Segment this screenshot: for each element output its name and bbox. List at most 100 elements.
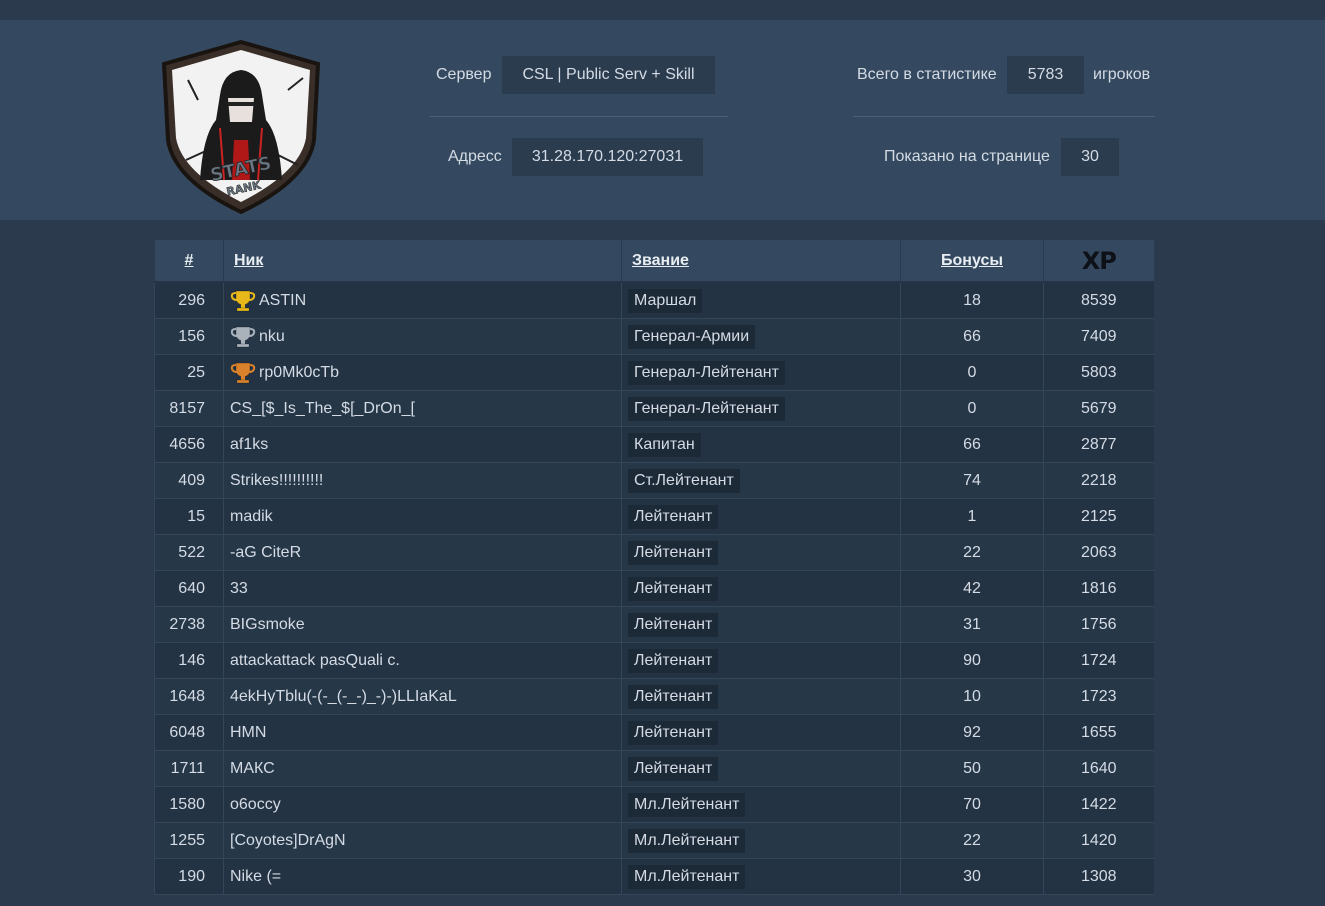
table-row: 156 nku Генерал-Армии 66 7409 [154, 318, 1154, 355]
player-nick-cell[interactable]: 33 [223, 570, 622, 607]
sort-link-number[interactable]: # [185, 252, 194, 269]
player-rank-cell: Лейтенант [621, 750, 901, 787]
player-rank-cell: Маршал [621, 282, 901, 319]
player-nick-cell[interactable]: -aG CiteR [223, 534, 622, 571]
player-nick[interactable]: af1ks [230, 436, 268, 453]
player-nick[interactable]: attackattack pasQuali c. [230, 652, 400, 669]
player-nick[interactable]: BIGsmoke [230, 616, 305, 633]
per-page-value: 30 [1061, 138, 1119, 176]
player-xp: 1422 [1043, 786, 1154, 823]
total-label: Всего в статистике [857, 66, 997, 83]
player-nick-cell[interactable]: 4ekHyTblu(-(-_(-_-)_-)-)LLIaKaL [223, 678, 622, 715]
player-bonus: 22 [900, 534, 1044, 571]
trophy-icon [230, 326, 256, 347]
player-position: 6048 [154, 714, 224, 751]
player-rank-cell: Лейтенант [621, 678, 901, 715]
player-position: 15 [154, 498, 224, 535]
player-nick[interactable]: rp0Mk0cTb [259, 364, 339, 381]
total-suffix: игроков [1093, 66, 1151, 83]
player-xp: 1640 [1043, 750, 1154, 787]
player-rank-cell: Лейтенант [621, 642, 901, 679]
player-nick-cell[interactable]: [Coyotes]DrAgN [223, 822, 622, 859]
player-bonus: 90 [900, 642, 1044, 679]
player-nick[interactable]: Nike (= [230, 868, 281, 885]
rank-badge: Генерал-Лейтенант [628, 360, 785, 385]
player-nick[interactable]: -aG CiteR [230, 544, 301, 561]
player-xp: 1655 [1043, 714, 1154, 751]
player-xp: 1724 [1043, 642, 1154, 679]
player-nick-cell[interactable]: rp0Mk0cTb [223, 354, 622, 391]
player-bonus: 50 [900, 750, 1044, 787]
player-bonus: 31 [900, 606, 1044, 643]
rank-badge: Мл.Лейтенант [628, 792, 746, 817]
player-position: 4656 [154, 426, 224, 463]
rank-badge: Маршал [628, 288, 703, 313]
rank-badge: Лейтенант [628, 756, 719, 781]
player-nick[interactable]: CS_[$_Is_The_$[_DrOn_[ [230, 400, 415, 417]
player-position: 1580 [154, 786, 224, 823]
table-row: 296 ASTIN Маршал 18 8539 [154, 282, 1154, 319]
player-nick[interactable]: nku [259, 328, 285, 345]
col-header-nick[interactable]: Ник [223, 240, 622, 283]
col-header-number[interactable]: # [154, 240, 224, 283]
player-position: 296 [154, 282, 224, 319]
player-xp: 7409 [1043, 318, 1154, 355]
sort-link-rank[interactable]: Звание [632, 252, 689, 269]
player-nick[interactable]: HMN [230, 724, 266, 741]
player-bonus: 0 [900, 390, 1044, 427]
player-xp: 5679 [1043, 390, 1154, 427]
player-nick-cell[interactable]: CS_[$_Is_The_$[_DrOn_[ [223, 390, 622, 427]
rank-badge: Лейтенант [628, 684, 719, 709]
player-nick[interactable]: Strikes!!!!!!!!!! [230, 472, 323, 489]
player-nick-cell[interactable]: madik [223, 498, 622, 535]
player-nick-cell[interactable]: HMN [223, 714, 622, 751]
player-xp: 2877 [1043, 426, 1154, 463]
rank-badge: Лейтенант [628, 612, 719, 637]
player-nick-cell[interactable]: МАКС [223, 750, 622, 787]
sort-link-bonus[interactable]: Бонусы [941, 252, 1003, 269]
header-panel: STATS RANK Сервер CSL | Public Serv + Sk… [0, 20, 1325, 220]
rank-badge: Мл.Лейтенант [628, 864, 746, 889]
rank-badge: Генерал-Армии [628, 324, 756, 349]
col-header-bonus[interactable]: Бонусы [900, 240, 1044, 283]
player-position: 25 [154, 354, 224, 391]
player-nick-cell[interactable]: af1ks [223, 426, 622, 463]
col-header-rank[interactable]: Звание [621, 240, 901, 283]
player-nick-cell[interactable]: o6occy [223, 786, 622, 823]
player-bonus: 22 [900, 822, 1044, 859]
total-value: 5783 [1007, 56, 1084, 94]
player-rank-cell: Генерал-Армии [621, 318, 901, 355]
table-header-row: # Ник Звание Бонусы XP [154, 240, 1154, 283]
player-nick-cell[interactable]: attackattack pasQuali c. [223, 642, 622, 679]
player-position: 1255 [154, 822, 224, 859]
table-row: 25 rp0Mk0cTb Генерал-Лейтенант 0 5803 [154, 354, 1154, 391]
player-nick-cell[interactable]: ASTIN [223, 282, 622, 319]
player-rank-cell: Лейтенант [621, 498, 901, 535]
player-nick-cell[interactable]: Nike (= [223, 858, 622, 895]
stats-rank-logo: STATS RANK [161, 40, 321, 215]
server-label: Сервер [436, 66, 492, 83]
xp-header-label[interactable]: XP [1082, 247, 1117, 275]
player-nick-cell[interactable]: BIGsmoke [223, 606, 622, 643]
player-nick-cell[interactable]: nku [223, 318, 622, 355]
player-xp: 1816 [1043, 570, 1154, 607]
player-nick[interactable]: madik [230, 508, 273, 525]
table-row: 146 attackattack pasQuali c. Лейтенант 90 17… [154, 642, 1154, 679]
player-nick[interactable]: 4ekHyTblu(-(-_(-_-)_-)-)LLIaKaL [230, 688, 457, 705]
rank-badge: Лейтенант [628, 504, 719, 529]
table-row: 522 -aG CiteR Лейтенант 22 2063 [154, 534, 1154, 571]
player-nick[interactable]: ASTIN [259, 292, 306, 309]
player-nick[interactable]: o6occy [230, 796, 281, 813]
col-header-xp[interactable]: XP [1043, 240, 1154, 283]
sort-link-nick[interactable]: Ник [234, 252, 263, 269]
player-nick[interactable]: МАКС [230, 760, 275, 777]
player-nick[interactable]: [Coyotes]DrAgN [230, 832, 346, 849]
server-value: CSL | Public Serv + Skill [502, 56, 715, 94]
player-nick-cell[interactable]: Strikes!!!!!!!!!! [223, 462, 622, 499]
player-position: 8157 [154, 390, 224, 427]
player-nick[interactable]: 33 [230, 580, 248, 597]
table-row: 190 Nike (= Мл.Лейтенант 30 1308 [154, 858, 1154, 895]
player-position: 146 [154, 642, 224, 679]
rank-badge: Лейтенант [628, 540, 719, 565]
table-row: 6048 HMN Лейтенант 92 1655 [154, 714, 1154, 751]
